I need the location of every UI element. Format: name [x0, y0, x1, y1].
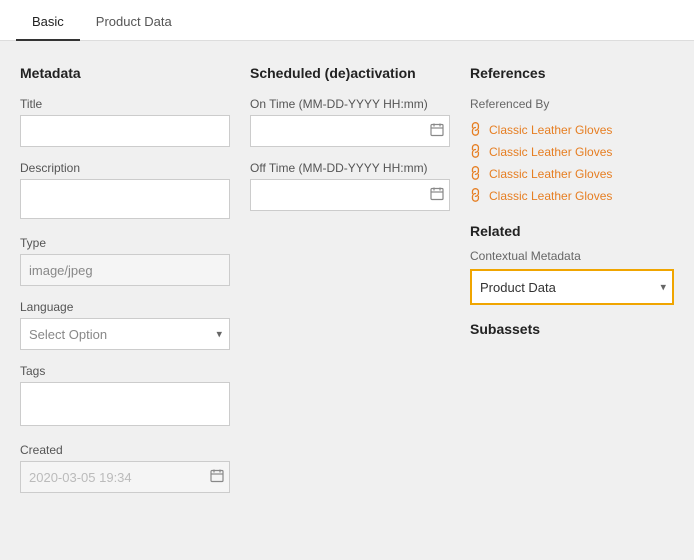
main-content: Metadata Title Description Type Language: [0, 41, 694, 531]
ref-item-text: Classic Leather Gloves: [489, 189, 612, 203]
contextual-metadata-select[interactable]: Product Data Basic: [470, 269, 674, 305]
scheduled-column: Scheduled (de)activation On Time (MM-DD-…: [250, 65, 450, 507]
ref-item-text: Classic Leather Gloves: [489, 167, 612, 181]
type-input: [20, 254, 230, 286]
list-item[interactable]: Classic Leather Gloves: [470, 141, 674, 163]
on-time-input[interactable]: [250, 115, 450, 147]
title-label: Title: [20, 97, 230, 111]
on-time-wrapper: [250, 115, 450, 147]
type-field-group: Type: [20, 236, 230, 286]
list-item[interactable]: Classic Leather Gloves: [470, 119, 674, 141]
list-item[interactable]: Classic Leather Gloves: [470, 185, 674, 207]
ref-item-text: Classic Leather Gloves: [489, 145, 612, 159]
on-time-calendar-icon[interactable]: [430, 123, 444, 140]
created-input: [20, 461, 230, 493]
scheduled-title: Scheduled (de)activation: [250, 65, 450, 81]
link-icon: [466, 186, 487, 207]
language-label: Language: [20, 300, 230, 314]
tab-basic[interactable]: Basic: [16, 0, 80, 41]
link-icon: [466, 164, 487, 185]
references-title: References: [470, 65, 674, 81]
tags-label: Tags: [20, 364, 230, 378]
metadata-column: Metadata Title Description Type Language: [20, 65, 230, 507]
link-icon: [466, 142, 487, 163]
off-time-wrapper: [250, 179, 450, 211]
related-title: Related: [470, 223, 674, 239]
subassets-title: Subassets: [470, 321, 674, 337]
language-field-group: Language Select Option ▾: [20, 300, 230, 350]
on-time-field-group: On Time (MM-DD-YYYY HH:mm): [250, 97, 450, 147]
title-field-group: Title: [20, 97, 230, 147]
off-time-input[interactable]: [250, 179, 450, 211]
metadata-title: Metadata: [20, 65, 230, 81]
contextual-label: Contextual Metadata: [470, 249, 674, 263]
created-date-wrapper: [20, 461, 230, 493]
ref-item-text: Classic Leather Gloves: [489, 123, 612, 137]
tags-field-group: Tags: [20, 364, 230, 429]
tags-input[interactable]: [20, 382, 230, 426]
link-icon: [466, 120, 487, 141]
type-label: Type: [20, 236, 230, 250]
references-column: References Referenced By Classic Leather…: [470, 65, 674, 507]
tab-bar: Basic Product Data: [0, 0, 694, 41]
list-item[interactable]: Classic Leather Gloves: [470, 163, 674, 185]
created-calendar-icon[interactable]: [210, 469, 224, 486]
language-select[interactable]: Select Option: [20, 318, 230, 350]
description-field-group: Description: [20, 161, 230, 222]
on-time-label: On Time (MM-DD-YYYY HH:mm): [250, 97, 450, 111]
description-label: Description: [20, 161, 230, 175]
referenced-by-label: Referenced By: [470, 97, 674, 111]
off-time-calendar-icon[interactable]: [430, 187, 444, 204]
tab-product-data[interactable]: Product Data: [80, 0, 188, 41]
title-input[interactable]: [20, 115, 230, 147]
language-select-wrapper: Select Option ▾: [20, 318, 230, 350]
created-field-group: Created: [20, 443, 230, 493]
created-label: Created: [20, 443, 230, 457]
off-time-label: Off Time (MM-DD-YYYY HH:mm): [250, 161, 450, 175]
contextual-select-wrapper: Product Data Basic ▾: [470, 269, 674, 305]
reference-list: Classic Leather Gloves Classic Leather G…: [470, 119, 674, 207]
main-container: Basic Product Data Metadata Title Descri…: [0, 0, 694, 560]
description-input[interactable]: [20, 179, 230, 219]
off-time-field-group: Off Time (MM-DD-YYYY HH:mm): [250, 161, 450, 211]
